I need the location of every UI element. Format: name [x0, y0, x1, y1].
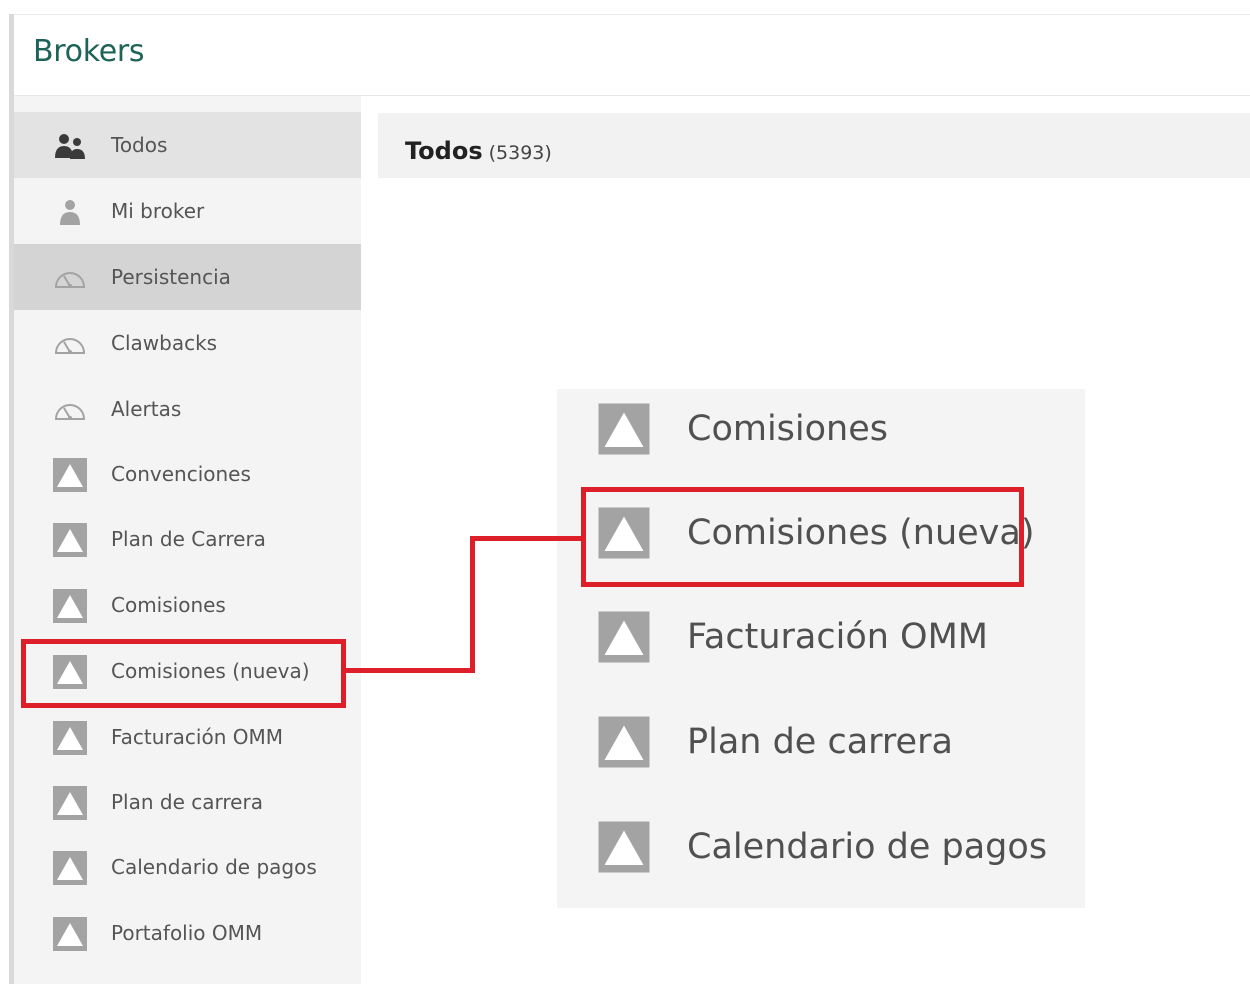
users-icon: [55, 134, 85, 159]
triangle-icon: [598, 507, 650, 559]
sidebar-item[interactable]: Comisiones (nueva): [14, 638, 361, 704]
zoom-callout-panel: Comisiones Comisiones (nueva) Facturació…: [557, 389, 1085, 908]
sidebar-item-label: Todos: [111, 133, 168, 157]
sidebar-item-label: Facturación OMM: [111, 725, 283, 749]
annotation-connector: [470, 536, 583, 541]
sidebar-item[interactable]: Calendario de pagos: [14, 834, 361, 900]
triangle-icon: [53, 655, 87, 689]
top-rule: [14, 14, 1250, 15]
content-header: Todos (5393): [378, 113, 1250, 178]
sidebar-item-label: Plan de Carrera: [111, 527, 266, 551]
sidebar-item-label: Mi broker: [111, 199, 205, 223]
triangle-icon: [53, 851, 87, 885]
content-title-text: Todos: [405, 137, 483, 165]
sidebar-item[interactable]: Plan de carrera: [14, 769, 361, 835]
triangle-icon: [53, 589, 87, 623]
zoom-menu-item-label: Comisiones: [687, 409, 888, 449]
zoom-menu-item: Comisiones (nueva): [557, 493, 1085, 597]
gauge-icon: [54, 272, 86, 288]
zoom-menu-item-label: Calendario de pagos: [687, 827, 1048, 867]
sidebar-item-label: Plan de carrera: [111, 790, 263, 814]
sidebar-item[interactable]: Comisiones: [14, 572, 361, 638]
zoom-menu-item: Calendario de pagos: [557, 807, 1085, 911]
sidebar-item[interactable]: Plan de Carrera: [14, 506, 361, 572]
sidebar-item-label: Convenciones: [111, 462, 251, 486]
zoom-menu-item-label: Comisiones (nueva): [687, 513, 1035, 553]
sidebar-item[interactable]: Convenciones: [14, 441, 361, 507]
sidebar: Todos Mi broker Persistencia Clawbacks A…: [14, 96, 361, 984]
content-count: (5393): [488, 142, 552, 164]
annotation-connector: [470, 536, 475, 673]
sidebar-item[interactable]: Alertas: [14, 376, 361, 442]
zoom-menu-item-label: Plan de carrera: [687, 722, 953, 762]
triangle-icon: [53, 917, 87, 951]
triangle-icon: [598, 821, 650, 873]
zoom-menu-item: Plan de carrera: [557, 702, 1085, 806]
gauge-icon: [54, 404, 86, 420]
sidebar-item-label: Calendario de pagos: [111, 855, 317, 879]
triangle-icon: [53, 786, 87, 820]
triangle-icon: [53, 721, 87, 755]
page-title: Brokers: [33, 34, 145, 69]
triangle-icon: [53, 458, 87, 492]
sidebar-item-label: Portafolio OMM: [111, 921, 263, 945]
sidebar-item[interactable]: Facturación OMM: [14, 704, 361, 770]
zoom-menu-item-label: Facturación OMM: [687, 617, 988, 657]
user-icon: [60, 200, 80, 225]
sidebar-item-label: Persistencia: [111, 265, 231, 289]
triangle-icon: [598, 403, 650, 455]
gauge-icon: [54, 338, 86, 354]
sidebar-item[interactable]: Persistencia: [14, 244, 361, 310]
sidebar-item[interactable]: Todos: [14, 112, 361, 178]
triangle-icon: [53, 523, 87, 557]
triangle-icon: [598, 611, 650, 663]
zoom-menu-item: Facturación OMM: [557, 597, 1085, 701]
sidebar-item[interactable]: Clawbacks: [14, 310, 361, 376]
sidebar-item-label: Comisiones (nueva): [111, 659, 310, 683]
content-title: Todos (5393): [405, 113, 552, 191]
sidebar-item-label: Comisiones: [111, 593, 226, 617]
sidebar-item-label: Clawbacks: [111, 331, 218, 355]
sidebar-item[interactable]: Mi broker: [14, 178, 361, 244]
sidebar-item-label: Alertas: [111, 397, 182, 421]
annotation-connector: [344, 668, 475, 673]
sidebar-item[interactable]: Portafolio OMM: [14, 900, 361, 966]
zoom-menu-item: Comisiones: [557, 389, 1085, 493]
triangle-icon: [598, 716, 650, 768]
